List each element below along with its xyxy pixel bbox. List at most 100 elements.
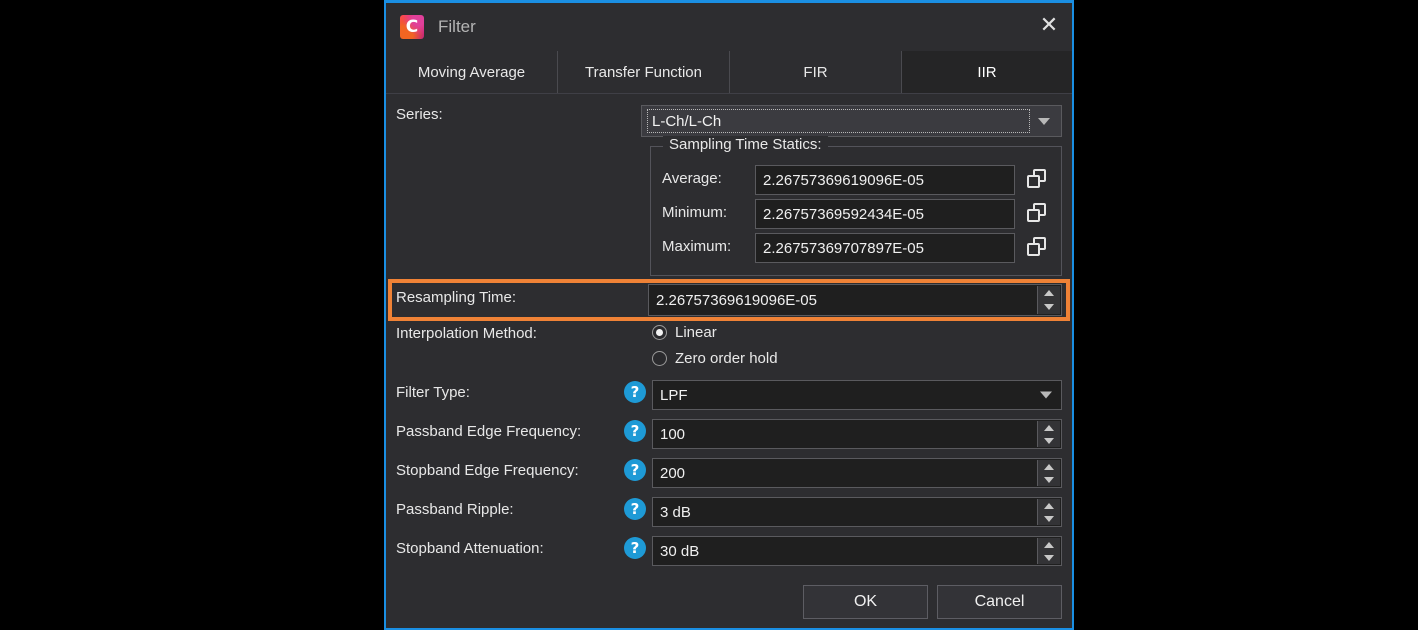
ok-button[interactable]: OK — [803, 585, 928, 619]
passband-edge-frequency-label: Passband Edge Frequency: — [396, 423, 582, 440]
arrow-up-icon — [1044, 424, 1054, 431]
stepper-down[interactable] — [1038, 512, 1060, 525]
stepper-up[interactable] — [1038, 421, 1060, 434]
maximum-label-wrap: Maximum: — [662, 238, 731, 255]
cancel-button[interactable]: Cancel — [937, 585, 1062, 619]
copy-icon-front — [1027, 209, 1040, 222]
chevron-down-icon — [1038, 117, 1050, 125]
stopband-attenuation-value: 30 dB — [660, 542, 700, 560]
stepper-up[interactable] — [1038, 286, 1060, 300]
stepper-down[interactable] — [1038, 473, 1060, 486]
passband-edge-frequency-label-wrap: Passband Edge Frequency: — [396, 423, 581, 440]
stopband-attenuation-stepper[interactable] — [1037, 538, 1060, 564]
tab-iir[interactable]: IIR — [902, 51, 1072, 93]
maximum-label: Maximum: — [662, 238, 732, 255]
copy-icon-average[interactable] — [1027, 169, 1047, 189]
passband-ripple-stepper[interactable] — [1037, 499, 1060, 525]
tab-moving-average[interactable]: Moving Average — [386, 51, 558, 93]
stepper-up[interactable] — [1038, 538, 1060, 551]
average-value-field[interactable]: 2.26757369619096E-05 — [755, 165, 1015, 195]
stepper-down[interactable] — [1038, 300, 1060, 314]
stopband-attenuation-input[interactable]: 30 dB — [652, 536, 1062, 566]
tab-transfer-function[interactable]: Transfer Function — [558, 51, 730, 93]
chevron-down-icon — [1040, 391, 1052, 399]
resampling-time-stepper[interactable] — [1037, 286, 1060, 314]
minimum-label-wrap: Minimum: — [662, 204, 727, 221]
tab-fir[interactable]: FIR — [730, 51, 902, 93]
arrow-down-icon — [1044, 476, 1054, 483]
help-icon-stopband-attenuation[interactable]: ? — [624, 537, 646, 559]
arrow-up-icon — [1044, 463, 1054, 470]
passband-ripple-input[interactable]: 3 dB — [652, 497, 1062, 527]
stopband-edge-frequency-input[interactable]: 200 — [652, 458, 1062, 488]
stopband-edge-frequency-stepper[interactable] — [1037, 460, 1060, 486]
average-label-wrap: Average: — [662, 170, 722, 187]
filter-type-dropdown[interactable]: LPF — [652, 380, 1062, 410]
stepper-down[interactable] — [1038, 551, 1060, 564]
passband-ripple-value: 3 dB — [660, 503, 691, 521]
help-icon-stopband-edge-frequency[interactable]: ? — [624, 459, 646, 481]
arrow-up-icon — [1044, 502, 1054, 509]
filter-dialog: C Filter ✕ Moving Average Transfer Funct… — [384, 0, 1074, 630]
help-icon-filter-type[interactable]: ? — [624, 381, 646, 403]
copy-icon-front — [1027, 175, 1040, 188]
passband-edge-frequency-input[interactable]: 100 — [652, 419, 1062, 449]
stopband-attenuation-label: Stopband Attenuation: — [396, 540, 544, 557]
radio-zero-order-hold-indicator — [652, 351, 667, 366]
sampling-time-statics-group: Sampling Time Statics: Average: 2.267573… — [650, 136, 1062, 276]
series-label: Series: — [396, 106, 443, 123]
series-dropdown[interactable]: L-Ch/L-Ch — [641, 105, 1062, 137]
dialog-body: Series: L-Ch/L-Ch Sampling Time Statics:… — [386, 94, 1072, 628]
passband-ripple-label: Passband Ripple: — [396, 501, 514, 518]
maximum-value-field[interactable]: 2.26757369707897E-05 — [755, 233, 1015, 263]
stopband-edge-frequency-value: 200 — [660, 464, 686, 482]
arrow-down-icon — [1044, 304, 1054, 310]
screen: C Filter ✕ Moving Average Transfer Funct… — [0, 0, 1418, 630]
window-title: Filter — [438, 17, 476, 36]
radio-linear-indicator — [652, 325, 667, 340]
passband-ripple-label-wrap: Passband Ripple: — [396, 501, 514, 518]
minimum-label: Minimum: — [662, 204, 728, 221]
interpolation-method-label: Interpolation Method: — [396, 325, 537, 342]
tab-strip: Moving Average Transfer Function FIR IIR — [386, 51, 1072, 94]
app-logo-letter: C — [405, 16, 419, 37]
stepper-down[interactable] — [1038, 434, 1060, 447]
radio-linear-label: Linear — [675, 324, 717, 341]
stopband-edge-frequency-label-wrap: Stopband Edge Frequency: — [396, 462, 579, 479]
filter-type-label: Filter Type: — [396, 384, 470, 401]
filter-type-label-wrap: Filter Type: — [396, 384, 470, 401]
passband-edge-frequency-value: 100 — [660, 425, 686, 443]
arrow-down-icon — [1044, 554, 1054, 561]
resampling-time-input[interactable]: 2.26757369619096E-05 — [648, 284, 1062, 316]
minimum-value-field[interactable]: 2.26757369592434E-05 — [755, 199, 1015, 229]
arrow-up-icon — [1044, 541, 1054, 548]
stopband-attenuation-label-wrap: Stopband Attenuation: — [396, 540, 544, 557]
resampling-time-label: Resampling Time: — [396, 289, 517, 306]
resampling-time-value: 2.26757369619096E-05 — [656, 291, 817, 309]
copy-icon-minimum[interactable] — [1027, 203, 1047, 223]
arrow-up-icon — [1044, 290, 1054, 296]
help-icon-passband-ripple[interactable]: ? — [624, 498, 646, 520]
title-bar: C Filter ✕ — [386, 3, 1072, 51]
help-icon-passband-edge-frequency[interactable]: ? — [624, 420, 646, 442]
radio-zero-order-hold-label: Zero order hold — [675, 350, 778, 367]
filter-type-value: LPF — [660, 386, 688, 404]
arrow-down-icon — [1044, 437, 1054, 444]
series-label-row: Series: — [396, 106, 443, 123]
passband-edge-frequency-stepper[interactable] — [1037, 421, 1060, 447]
stepper-up[interactable] — [1038, 499, 1060, 512]
copy-icon-front — [1027, 243, 1040, 256]
interpolation-label-wrap: Interpolation Method: — [396, 325, 537, 342]
stepper-up[interactable] — [1038, 460, 1060, 473]
sampling-time-statics-legend: Sampling Time Statics: — [663, 136, 828, 153]
radio-zero-order-hold[interactable]: Zero order hold — [652, 350, 778, 367]
close-icon[interactable]: ✕ — [1026, 3, 1072, 49]
radio-linear[interactable]: Linear — [652, 324, 717, 341]
series-value: L-Ch/L-Ch — [647, 109, 1030, 133]
stopband-edge-frequency-label: Stopband Edge Frequency: — [396, 462, 579, 479]
app-logo-icon: C — [400, 15, 424, 39]
average-label: Average: — [662, 170, 722, 187]
resampling-time-label-wrap: Resampling Time: — [396, 289, 516, 306]
arrow-down-icon — [1044, 515, 1054, 522]
copy-icon-maximum[interactable] — [1027, 237, 1047, 257]
